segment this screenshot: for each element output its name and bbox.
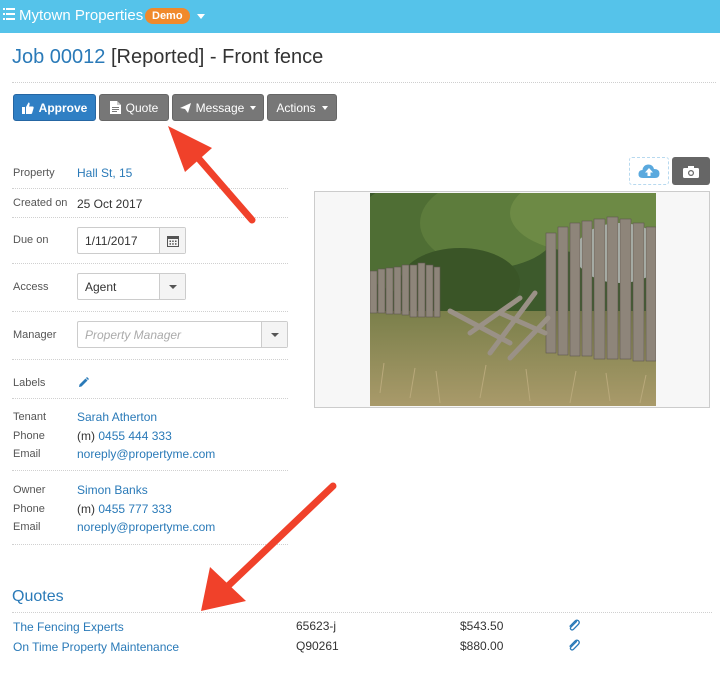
quote-reference: Q90261 <box>296 639 339 653</box>
tenant-email-label: Email <box>13 448 41 460</box>
quote-label: Quote <box>125 100 159 115</box>
approve-button[interactable]: Approve <box>13 94 96 121</box>
access-label: Access <box>13 281 49 293</box>
owner-phone: (m) 0455 777 333 <box>77 502 172 516</box>
owner-phone-label: Phone <box>13 503 45 515</box>
fence-photo[interactable] <box>370 193 656 406</box>
owner-name-link[interactable]: Simon Banks <box>77 483 148 497</box>
quote-supplier-link[interactable]: The Fencing Experts <box>13 620 124 634</box>
access-dropdown-toggle[interactable] <box>159 274 185 299</box>
chevron-down-icon <box>270 332 279 337</box>
cloud-upload-icon <box>638 164 660 178</box>
manager-dropdown-toggle[interactable] <box>261 322 287 347</box>
access-value: Agent <box>85 280 117 294</box>
chevron-down-icon[interactable] <box>197 14 205 19</box>
tenant-phone-label: Phone <box>13 430 45 442</box>
manager-placeholder: Property Manager <box>85 328 182 342</box>
divider <box>12 470 288 471</box>
divider <box>12 359 288 360</box>
access-select[interactable]: Agent <box>77 273 186 300</box>
paper-plane-icon <box>179 102 191 113</box>
divider <box>12 188 288 189</box>
quote-amount: $880.00 <box>460 639 504 653</box>
actions-label: Actions <box>276 100 316 115</box>
quotes-divider <box>12 612 712 613</box>
divider <box>12 217 288 218</box>
chevron-down-icon <box>250 105 257 110</box>
list-icon[interactable] <box>3 7 15 21</box>
property-label: Property <box>13 167 55 179</box>
thumbs-up-icon <box>21 102 34 114</box>
tenant-email-link[interactable]: noreply@propertyme.com <box>77 447 215 461</box>
divider <box>12 544 288 545</box>
tenant-phone: (m) 0455 444 333 <box>77 429 172 443</box>
owner-phone-link[interactable]: 0455 777 333 <box>98 502 171 516</box>
manager-label: Manager <box>13 329 57 341</box>
created-label: Created on <box>13 197 68 209</box>
quote-reference: 65623-j <box>296 619 337 633</box>
message-label: Message <box>195 100 245 115</box>
quotes-heading: Quotes <box>12 588 64 605</box>
top-bar: Mytown Properties Demo <box>0 0 720 33</box>
chevron-down-icon <box>168 284 177 289</box>
photo-frame <box>314 191 710 408</box>
due-date-field[interactable]: 1/11/2017 <box>77 227 186 254</box>
tenant-name-link[interactable]: Sarah Atherton <box>77 410 157 424</box>
divider <box>12 263 288 264</box>
created-value: 25 Oct 2017 <box>77 197 143 211</box>
job-status-title: [Reported] - Front fence <box>105 46 324 68</box>
quote-amount: $543.50 <box>460 619 504 633</box>
job-number: Job 00012 <box>12 46 106 68</box>
pencil-icon[interactable] <box>78 377 89 388</box>
labels-label: Labels <box>13 377 46 389</box>
page-title: Job 00012 [Reported] - Front fence <box>12 46 323 69</box>
divider <box>12 311 288 312</box>
app-title[interactable]: Mytown Properties <box>19 7 143 24</box>
property-link[interactable]: Hall St, 15 <box>77 166 132 180</box>
paperclip-icon[interactable] <box>568 639 580 651</box>
owner-phone-prefix: (m) <box>77 502 95 516</box>
paperclip-icon[interactable] <box>568 619 580 631</box>
quote-supplier-link[interactable]: On Time Property Maintenance <box>13 640 179 654</box>
annotation-arrow-quote <box>168 126 256 224</box>
quote-button[interactable]: Quote <box>99 94 169 121</box>
title-divider <box>12 82 716 83</box>
due-label: Due on <box>13 234 49 246</box>
message-button[interactable]: Message <box>172 94 264 121</box>
approve-label: Approve <box>38 100 88 115</box>
manager-select[interactable]: Property Manager <box>77 321 288 348</box>
calendar-button[interactable] <box>159 228 185 253</box>
owner-email-label: Email <box>13 521 41 533</box>
demo-badge: Demo <box>145 8 190 24</box>
chevron-down-icon <box>321 105 328 110</box>
camera-button[interactable] <box>672 157 710 185</box>
due-date-value: 1/11/2017 <box>85 234 138 248</box>
calendar-icon <box>166 235 179 247</box>
tenant-phone-prefix: (m) <box>77 429 95 443</box>
tenant-phone-link[interactable]: 0455 444 333 <box>98 429 171 443</box>
actions-button[interactable]: Actions <box>267 94 337 121</box>
upload-photo-button[interactable] <box>629 157 669 185</box>
camera-icon <box>683 165 699 178</box>
tenant-label: Tenant <box>13 411 47 423</box>
document-icon <box>109 101 121 114</box>
owner-label: Owner <box>13 484 46 496</box>
owner-email-link[interactable]: noreply@propertyme.com <box>77 520 215 534</box>
divider <box>12 398 288 399</box>
annotation-arrow-quotes <box>201 482 337 611</box>
